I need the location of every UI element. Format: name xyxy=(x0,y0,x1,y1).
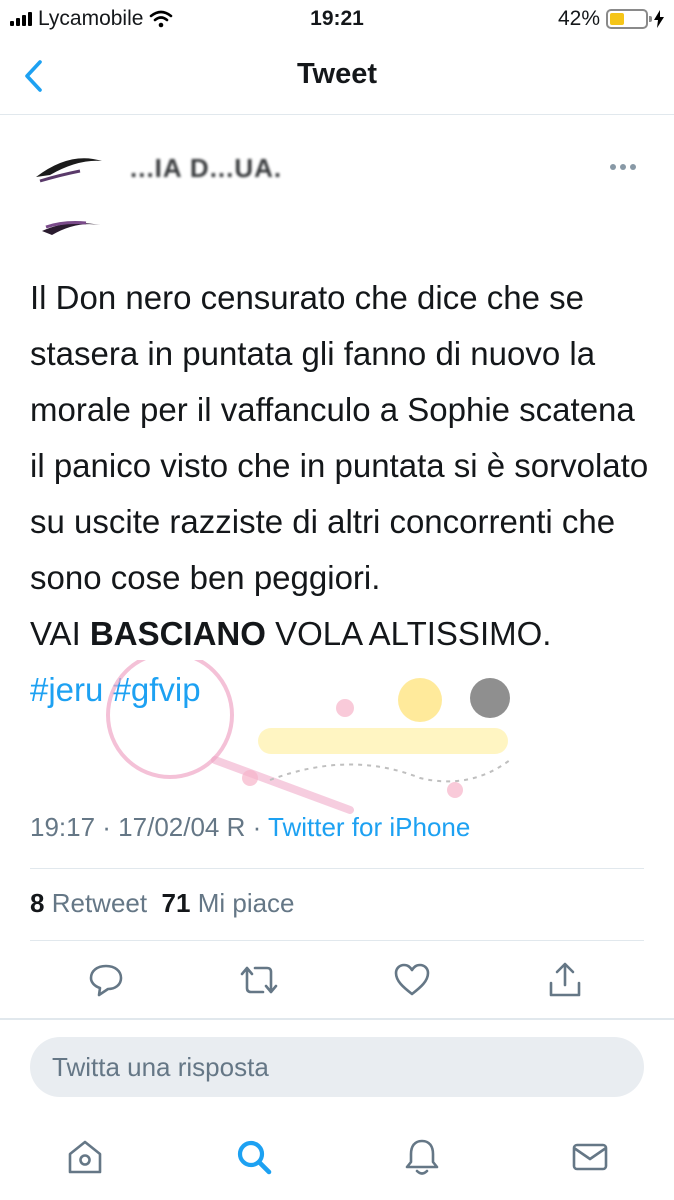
divider xyxy=(30,868,644,869)
tweet-body-paragraph: Il Don nero censurato che dice che se st… xyxy=(30,279,649,596)
heart-icon xyxy=(394,963,430,996)
more-horizontal-icon[interactable] xyxy=(610,157,644,173)
hashtag-link[interactable]: #jeru xyxy=(30,671,103,708)
page-title: Tweet xyxy=(296,58,378,90)
tab-notifications[interactable] xyxy=(397,1132,447,1182)
tab-messages[interactable] xyxy=(565,1132,615,1182)
shout-name: BASCIANO xyxy=(89,615,266,652)
tweet-shout-line: VAI BASCIANO VOLA ALTISSIMO. xyxy=(30,606,650,662)
wifi-icon xyxy=(150,10,173,28)
battery-group: 42% xyxy=(558,7,664,31)
share-button[interactable] xyxy=(540,955,590,1005)
tweet-meta: 19:17 · 17/02/04 R · Twitter for iPhone xyxy=(30,812,470,843)
status-bar: Lycamobile 19:21 42% xyxy=(0,0,674,38)
avatar[interactable] xyxy=(30,135,110,235)
tweet-timestamp: 19:17 · 17/02/04 R · xyxy=(30,812,269,842)
hashtag-link[interactable]: #gfvip xyxy=(113,671,201,708)
retweet-count[interactable]: 8 xyxy=(30,888,44,918)
messages-icon xyxy=(572,1143,608,1171)
tab-bar xyxy=(0,1118,674,1200)
reply-input[interactable] xyxy=(30,1037,644,1097)
reply-icon xyxy=(89,964,123,997)
divider xyxy=(30,940,644,941)
retweet-button[interactable] xyxy=(234,955,284,1005)
tab-search[interactable] xyxy=(229,1132,279,1182)
section-divider xyxy=(0,1018,674,1020)
carrier-name: Lycamobile xyxy=(38,7,144,30)
tweet-header: ...IA D...UA. xyxy=(0,115,674,245)
hashtags-line: #jeru #gfvip xyxy=(30,662,650,718)
home-icon xyxy=(68,1140,102,1174)
like-button[interactable] xyxy=(387,955,437,1005)
nav-bar: Tweet xyxy=(0,38,674,115)
tweet-actions xyxy=(0,955,674,1010)
author-name[interactable]: ...IA D...UA. xyxy=(130,153,282,184)
battery-fill xyxy=(610,13,624,25)
reply-button[interactable] xyxy=(81,955,131,1005)
notifications-icon xyxy=(405,1139,439,1175)
share-icon xyxy=(549,962,581,997)
like-label[interactable]: Mi piace xyxy=(198,888,295,918)
tab-home[interactable] xyxy=(60,1132,110,1182)
battery-icon xyxy=(606,9,652,29)
chevron-left-icon[interactable] xyxy=(18,56,52,96)
signal-icon xyxy=(10,12,32,26)
shout-prefix: VAI xyxy=(30,615,90,652)
shout-suffix: VOLA ALTISSIMO. xyxy=(265,615,552,652)
tweet-stats: 8 Retweet 71 Mi piace xyxy=(30,888,295,919)
retweet-label[interactable]: Retweet xyxy=(52,888,147,918)
carrier-group: Lycamobile xyxy=(10,7,173,31)
tweet-source-link[interactable]: Twitter for iPhone xyxy=(268,812,470,842)
search-icon xyxy=(237,1140,272,1175)
like-count[interactable]: 71 xyxy=(162,888,191,918)
charging-bolt-icon xyxy=(654,10,664,28)
battery-percent: 42% xyxy=(557,7,600,30)
retweet-icon xyxy=(240,966,278,994)
tweet-text: Il Don nero censurato che dice che se st… xyxy=(30,270,650,718)
